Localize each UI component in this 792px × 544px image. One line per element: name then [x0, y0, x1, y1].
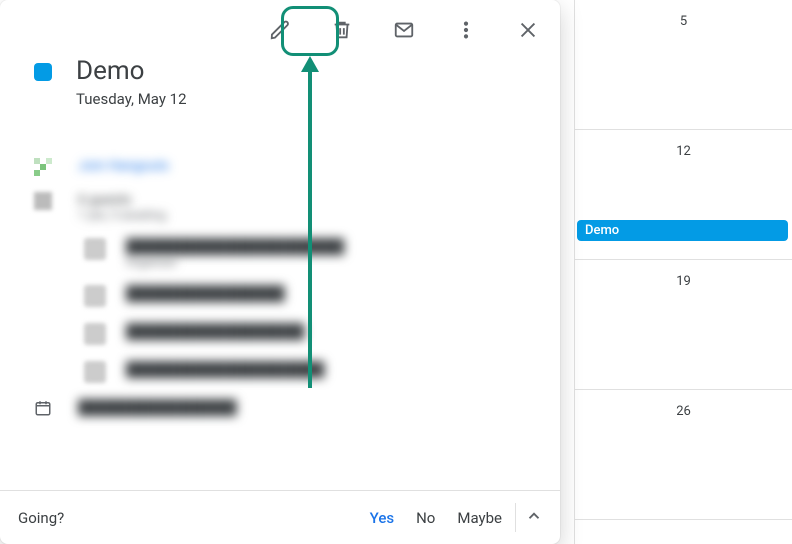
- guest-name: ██████████████████: [126, 323, 305, 340]
- event-title: Demo: [76, 56, 187, 86]
- options-button[interactable]: [446, 12, 486, 52]
- calendar-event-chip[interactable]: Demo: [577, 220, 788, 241]
- close-icon: [517, 19, 539, 45]
- guest-name: ████████████████████: [126, 361, 324, 378]
- guest-summary-row[interactable]: 6 guests 1 yes, 5 awaiting: [34, 184, 536, 230]
- event-color-chip: [34, 63, 52, 81]
- calendar-date: 19: [676, 274, 691, 289]
- email-guests-button[interactable]: [384, 12, 424, 52]
- annotation-highlight: [281, 6, 339, 56]
- rsvp-bar: Going? Yes No Maybe: [0, 490, 560, 544]
- chevron-up-icon: [525, 507, 543, 529]
- calendar-day-cell[interactable]: 19: [575, 260, 792, 390]
- hangouts-link: Join Hangouts: [78, 158, 169, 174]
- envelope-icon: [393, 19, 415, 45]
- rsvp-prompt: Going?: [18, 509, 64, 527]
- guest-count: 6 guests: [78, 192, 166, 208]
- calendar-date: 12: [676, 144, 691, 159]
- avatar: [84, 285, 106, 307]
- calendar-day-cell[interactable]: 26: [575, 390, 792, 520]
- rsvp-maybe-button[interactable]: Maybe: [457, 509, 502, 527]
- divider: [515, 503, 516, 532]
- avatar: [84, 361, 106, 383]
- close-button[interactable]: [508, 12, 548, 52]
- annotation-arrow-line: [308, 70, 312, 388]
- guest-status: 1 yes, 5 awaiting: [78, 208, 166, 222]
- calendar-day-cell[interactable]: 12 Demo: [575, 130, 792, 260]
- calendar-grid: 5 12 Demo 19 26: [574, 0, 792, 544]
- event-details: Join Hangouts 6 guests 1 yes, 5 awaiting…: [34, 150, 536, 429]
- rsvp-yes-button[interactable]: Yes: [370, 509, 394, 527]
- rsvp-options-button[interactable]: [518, 502, 550, 534]
- calendar-name-row: ████████████████: [34, 391, 536, 429]
- avatar: [84, 323, 106, 345]
- event-popover: Demo Tuesday, May 12 Join Hangouts 6 gue…: [0, 0, 560, 544]
- kebab-icon: [455, 19, 477, 45]
- calendar-date: 26: [676, 404, 691, 419]
- calendar-date: 5: [680, 14, 687, 29]
- avatar: [84, 238, 106, 260]
- guest-name: ████████████████: [126, 285, 285, 302]
- calendar-name: ████████████████: [78, 399, 237, 416]
- calendar-day-cell[interactable]: 5: [575, 0, 792, 130]
- rsvp-no-button[interactable]: No: [416, 509, 435, 527]
- hangouts-row[interactable]: Join Hangouts: [34, 150, 536, 184]
- event-date: Tuesday, May 12: [76, 90, 187, 108]
- hangouts-icon: [34, 158, 52, 176]
- calendar-icon: [34, 405, 52, 421]
- people-icon: [34, 192, 52, 210]
